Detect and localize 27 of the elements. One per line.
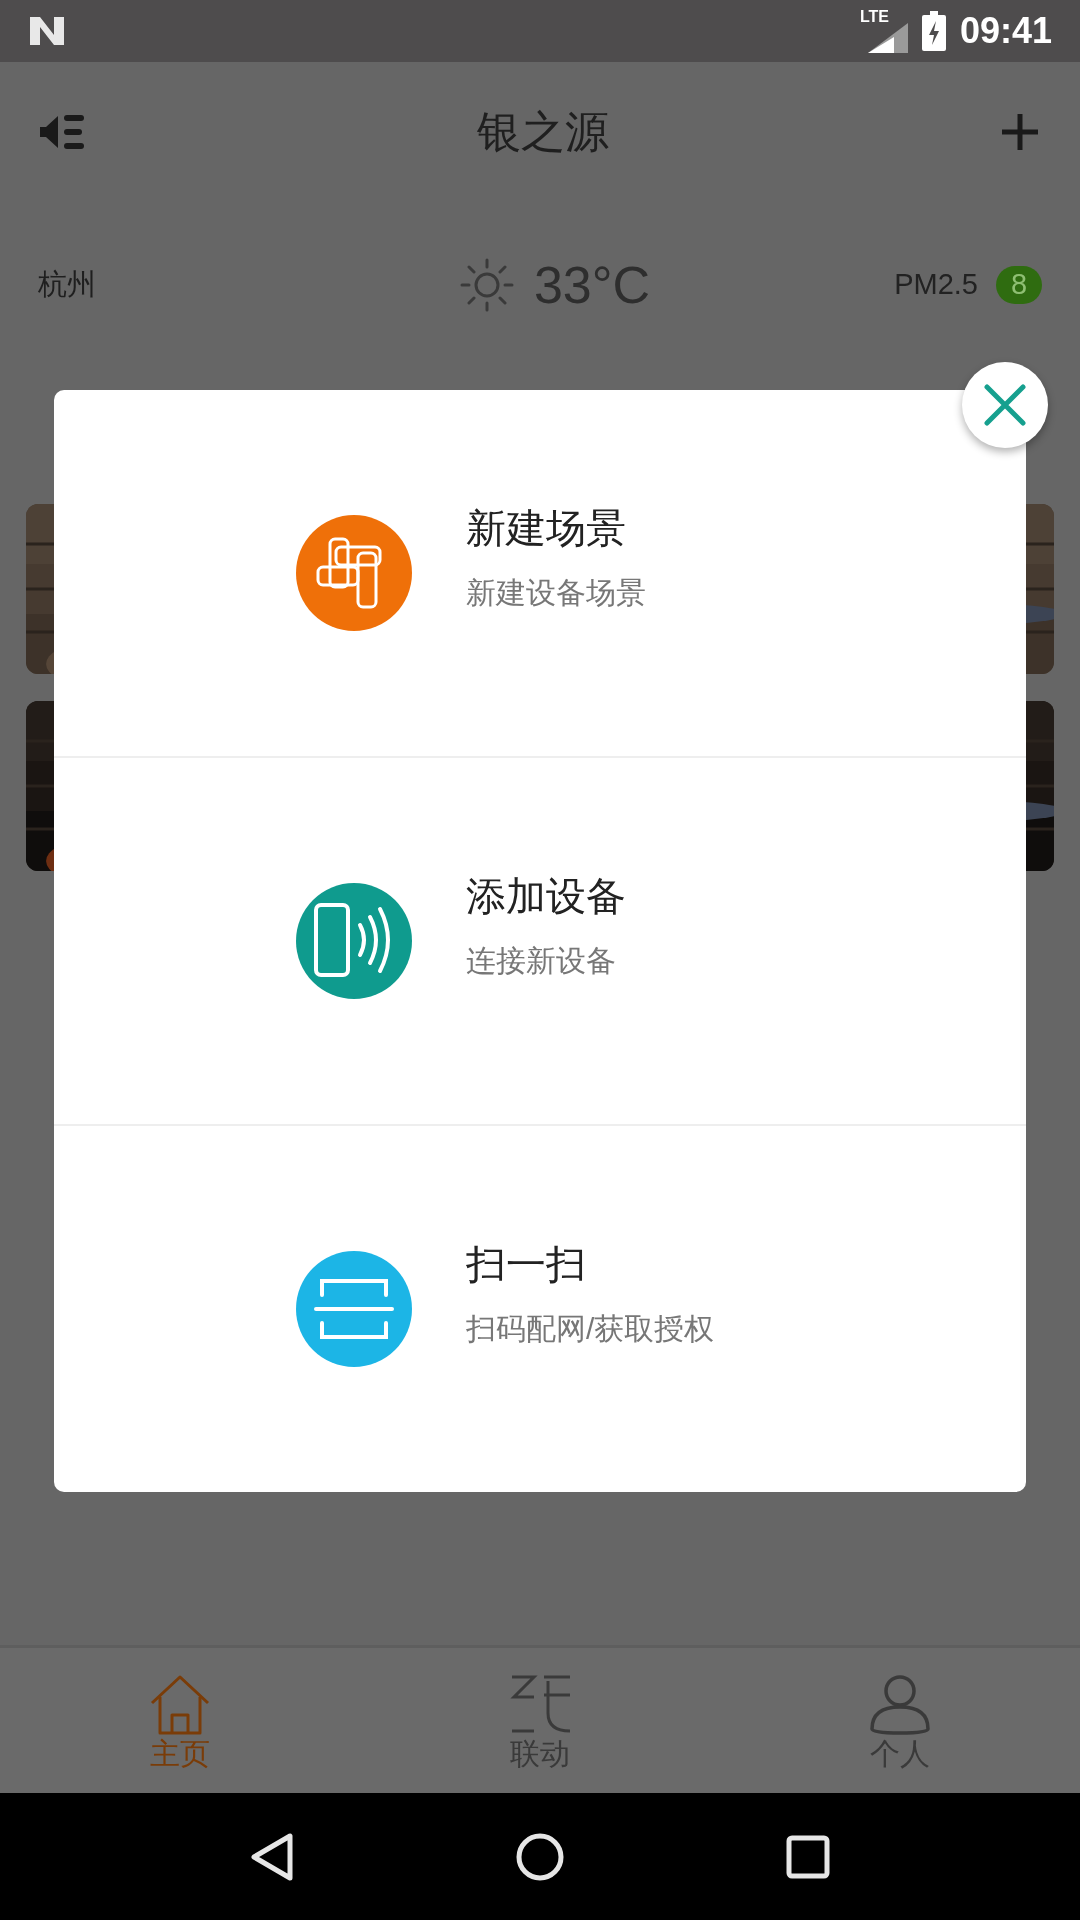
page-title: 银之源 <box>477 106 609 158</box>
menu-item[interactable]: 扫一扫 扫码配网/获取授权 <box>54 1126 1026 1492</box>
close-icon <box>983 383 1027 427</box>
signal-icon <box>867 23 908 53</box>
speaker-lines-icon[interactable] <box>40 112 86 152</box>
menu-item-subtitle: 扫码配网/获取授权 <box>466 1314 715 1344</box>
menu-item-title: 新建场景 <box>466 508 627 548</box>
sun-icon <box>459 257 514 312</box>
menu-item-subtitle: 连接新设备 <box>466 946 617 976</box>
plus-icon[interactable] <box>1000 112 1040 152</box>
menu-item-title: 添加设备 <box>466 876 626 916</box>
n-logo-icon <box>28 15 66 47</box>
temperature: 33°C <box>533 254 651 316</box>
pm-label: PM2.5 <box>894 266 978 302</box>
menu-item-title: 扫一扫 <box>466 1244 587 1284</box>
home-circle-icon[interactable] <box>515 1831 565 1882</box>
person-icon <box>868 1672 932 1737</box>
battery-charging-icon <box>921 11 946 51</box>
menu-item[interactable]: 添加设备 连接新设备 <box>54 758 1026 1126</box>
pm-value-badge: 8 <box>996 265 1042 304</box>
menu-item-subtitle: 新建设备场景 <box>466 578 646 608</box>
close-button[interactable] <box>962 362 1048 448</box>
back-icon[interactable] <box>250 1831 295 1882</box>
recents-square-icon[interactable] <box>785 1834 830 1879</box>
clock: 09:41 <box>959 13 1052 49</box>
city-label: 杭州 <box>38 266 97 302</box>
network-label: LTE <box>859 9 889 25</box>
